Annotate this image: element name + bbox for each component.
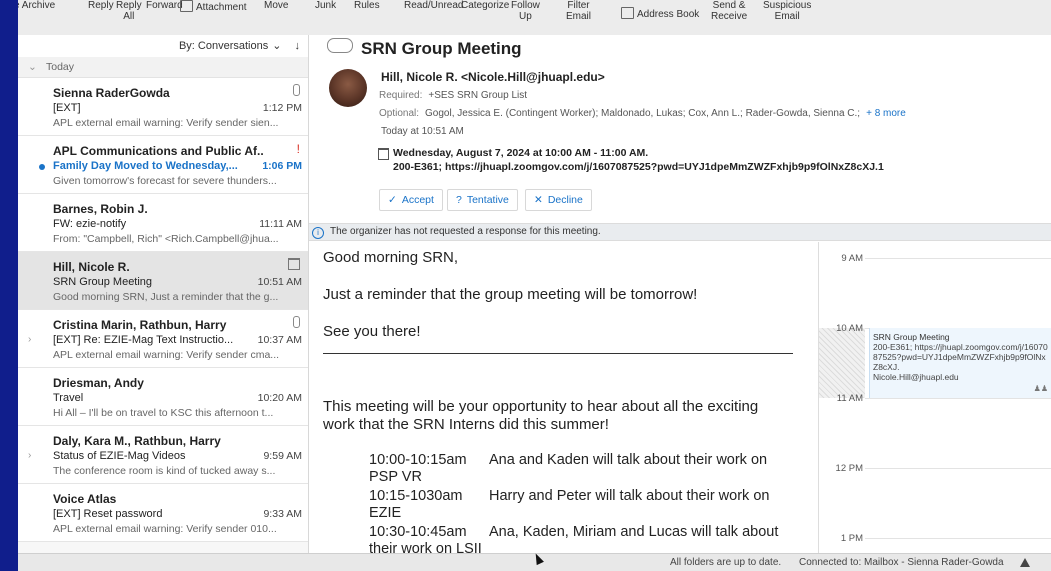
busy-hatch <box>819 328 865 398</box>
attachment-icon <box>293 316 300 331</box>
rules-button[interactable]: Rules <box>354 0 380 11</box>
send-receive-button[interactable]: Send & Receive <box>711 0 747 22</box>
more-attendees-link[interactable]: + 8 more <box>866 108 906 119</box>
attachment-icon <box>180 0 193 12</box>
meeting-icon <box>327 38 353 53</box>
categorize-button[interactable]: Categorize <box>461 0 509 11</box>
list-item[interactable]: Driesman, Andy Travel 10:20 AM Hi All – … <box>18 368 308 426</box>
attendees-icon: ♟♟ <box>1033 384 1048 393</box>
list-item[interactable]: Voice Atlas [EXT] Reset password 9:33 AM… <box>18 484 308 542</box>
schedule-item: 10:00-10:15am Ana and Kaden will talk abo… <box>369 452 768 485</box>
group-header-today[interactable]: ⌄ Today <box>18 57 308 78</box>
junk-button[interactable]: Junk <box>315 0 336 11</box>
schedule-item: 10:15-1030am Harry and Peter will talk ab… <box>369 488 770 521</box>
calendar-preview: 9 AM 10 AM 11 AM 12 PM 1 PM SRN Group Me… <box>818 242 1051 553</box>
read-unread-button[interactable]: Read/Unread <box>404 0 463 11</box>
list-item-selected[interactable]: Hill, Nicole R. SRN Group Meeting 10:51 … <box>18 252 308 310</box>
follow-up-button[interactable]: Follow Up <box>511 0 540 22</box>
forward-button[interactable]: Forward <box>146 0 183 11</box>
list-item[interactable]: APL Communications and Public Af... ! Fa… <box>18 136 308 194</box>
close-icon: ✕ <box>534 194 543 206</box>
hour-line <box>865 398 1051 399</box>
sender-name[interactable]: Hill, Nicole R. <Nicole.Hill@jhuapl.edu> <box>381 70 605 84</box>
message-list: By: Conversations ⌄ ↓ ⌄ Today Sienna Rader… <box>18 35 309 553</box>
chevron-down-icon: ⌄ <box>272 40 282 52</box>
list-item[interactable]: › Daly, Kara M., Rathbun, Harry Status o… <box>18 426 308 484</box>
message-subject: SRN Group Meeting <box>327 38 522 59</box>
optional-attendees: Optional: Gogol, Jessica E. (Contingent W… <box>379 108 906 119</box>
list-item[interactable]: › Cristina Marin, Rathbun, Harry [EXT] R… <box>18 310 308 368</box>
address-book-icon <box>621 7 634 19</box>
high-importance-icon: ! <box>296 142 300 156</box>
ribbon-toolbar: e Archive Reply Reply All Forward Attachm… <box>18 0 1051 36</box>
reply-button[interactable]: Reply <box>88 0 114 11</box>
reading-pane: SRN Group Meeting Hill, Nicole R. <Nicol… <box>309 35 1051 553</box>
meeting-invite-icon <box>288 258 300 273</box>
chevron-right-icon[interactable]: › <box>28 334 31 345</box>
attachment-button[interactable]: Attachment <box>180 0 247 13</box>
move-button[interactable]: Move <box>264 0 288 11</box>
attachment-icon <box>293 84 300 99</box>
message-body: Good morning SRN, Just a reminder that t… <box>323 242 801 553</box>
schedule-item: 10:30-10:45am Ana, Kaden, Miriam and Luca… <box>369 524 779 553</box>
calendar-event[interactable]: SRN Group Meeting 200-E361; https://jhua… <box>869 328 1051 398</box>
calendar-icon <box>378 148 389 160</box>
sent-time: Today at 10:51 AM <box>381 126 464 137</box>
sort-direction-button[interactable]: ↓ <box>295 40 301 52</box>
accept-button[interactable]: ✓ Accept <box>379 189 443 211</box>
list-item[interactable]: Barnes, Robin J. FW: ezie-notify 11:11 A… <box>18 194 308 252</box>
suspicious-email-button[interactable]: Suspicious Email <box>763 0 811 22</box>
archive-button[interactable]: e Archive <box>18 0 55 11</box>
reply-all-button[interactable]: Reply All <box>116 0 142 22</box>
chevron-down-icon: ⌄ <box>28 61 37 73</box>
decline-button[interactable]: ✕ Decline <box>525 189 592 211</box>
hour-line <box>865 258 1051 259</box>
address-book-button[interactable]: Address Book <box>621 7 699 20</box>
info-icon: i <box>312 227 324 239</box>
hour-line <box>865 468 1051 469</box>
tentative-button[interactable]: ? Tentative <box>447 189 518 211</box>
required-attendees: Required: +SES SRN Group List <box>379 90 528 101</box>
sort-dropdown[interactable]: By: Conversations ⌄ <box>179 40 281 52</box>
checkmark-icon: ✓ <box>388 194 397 206</box>
avatar[interactable] <box>329 69 367 107</box>
info-bar: i The organizer has not requested a respo… <box>309 223 1051 241</box>
hour-line <box>865 538 1051 539</box>
filter-email-button[interactable]: Filter Email <box>566 0 591 22</box>
list-item[interactable]: Sienna RaderGowda [EXT] 1:12 PM APL exte… <box>18 78 308 136</box>
unread-dot-icon <box>39 164 45 170</box>
sort-bar: By: Conversations ⌄ ↓ <box>18 35 308 57</box>
divider <box>323 353 793 354</box>
meeting-details: Wednesday, August 7, 2024 at 10:00 AM - … <box>378 146 884 174</box>
outlook-window: e Archive Reply Reply All Forward Attachm… <box>18 0 1051 571</box>
question-icon: ? <box>456 194 462 206</box>
chevron-right-icon[interactable]: › <box>28 450 31 461</box>
